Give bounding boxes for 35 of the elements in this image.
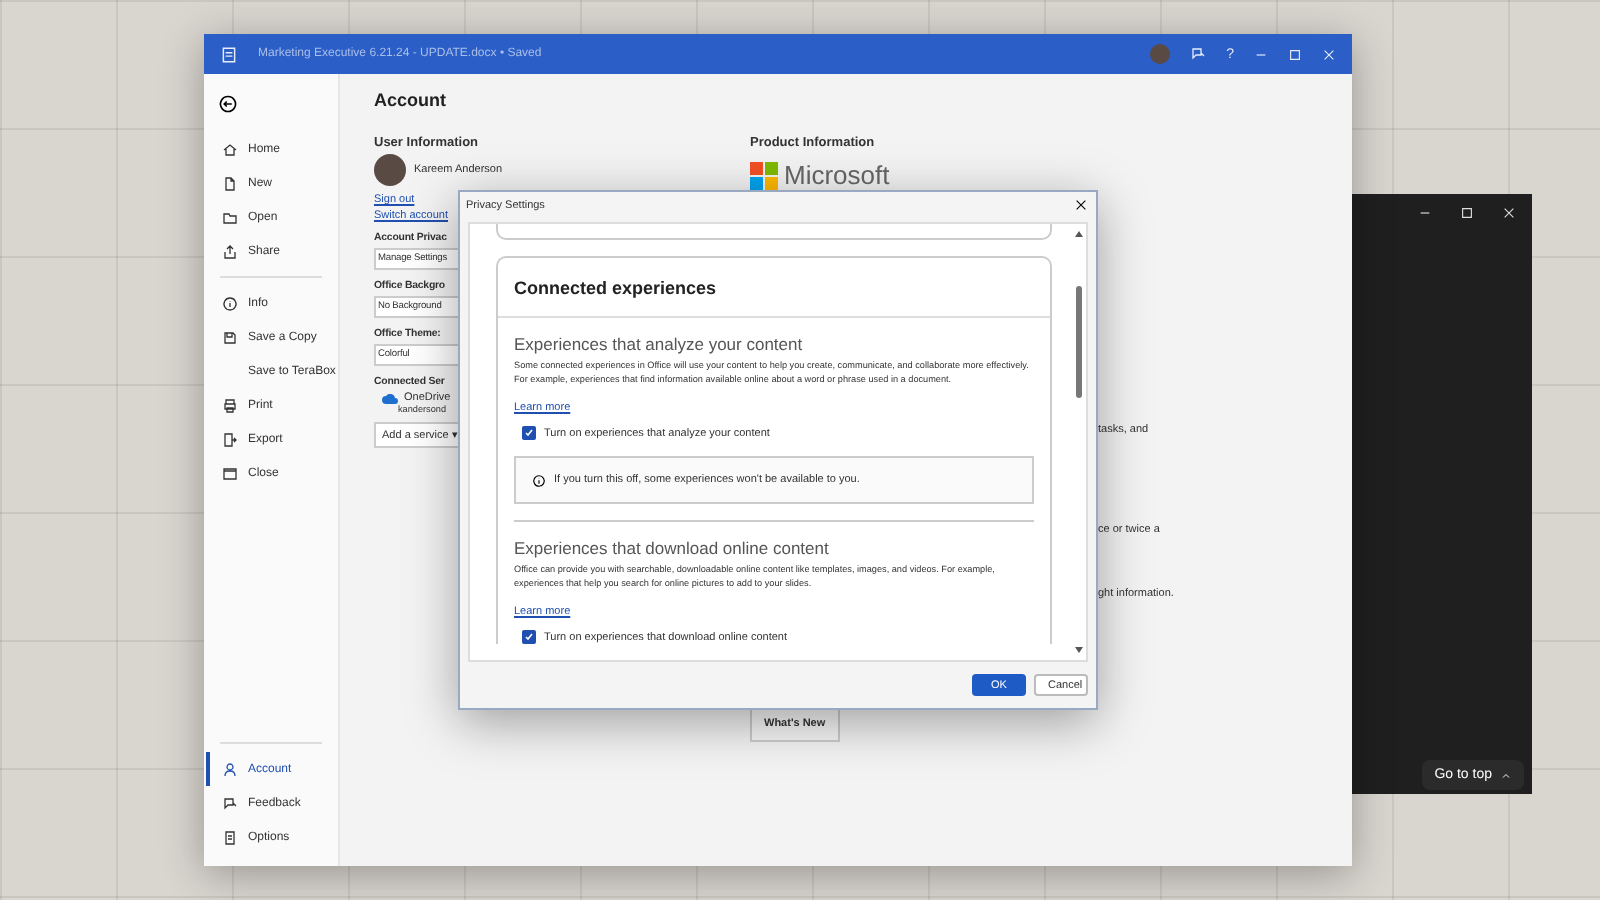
checkbox[interactable] [522,426,536,440]
back-arrow-icon [218,94,238,114]
scroll-up-icon[interactable] [1073,230,1083,238]
close-icon [1322,47,1336,61]
avatar-icon [374,154,406,186]
close-icon [1074,198,1088,212]
chevron-up-icon [1500,769,1512,781]
scrollbar-thumb[interactable] [1075,286,1081,398]
info-icon [222,295,238,311]
scroll-down-icon[interactable] [1073,646,1083,654]
export-icon [222,431,238,447]
info-icon [532,473,546,487]
person-icon [222,761,238,777]
printer-icon [222,397,238,413]
maximize-icon [1460,206,1474,220]
close-icon [1502,206,1516,220]
home-icon [222,141,238,157]
maximize-icon [1288,47,1302,61]
feedback-icon [1190,46,1207,62]
folder-icon [222,209,238,225]
options-icon [222,829,238,845]
share-icon [222,243,238,259]
document-icon [222,175,238,191]
logo-text: Microsoft [784,160,890,190]
cloud-icon [382,393,398,403]
minimize-icon [1418,206,1432,220]
feedback-icon [222,795,238,811]
section-heading: Experiences that download online content [514,538,829,558]
word-icon [220,45,238,63]
checkbox[interactable] [522,630,536,644]
card-title: Connected experiences [514,277,717,297]
window-icon [222,465,238,481]
page-heading: Account [374,90,448,110]
section-heading: Experiences that analyze your content [514,334,803,354]
microsoft-logo-icon [750,161,778,189]
